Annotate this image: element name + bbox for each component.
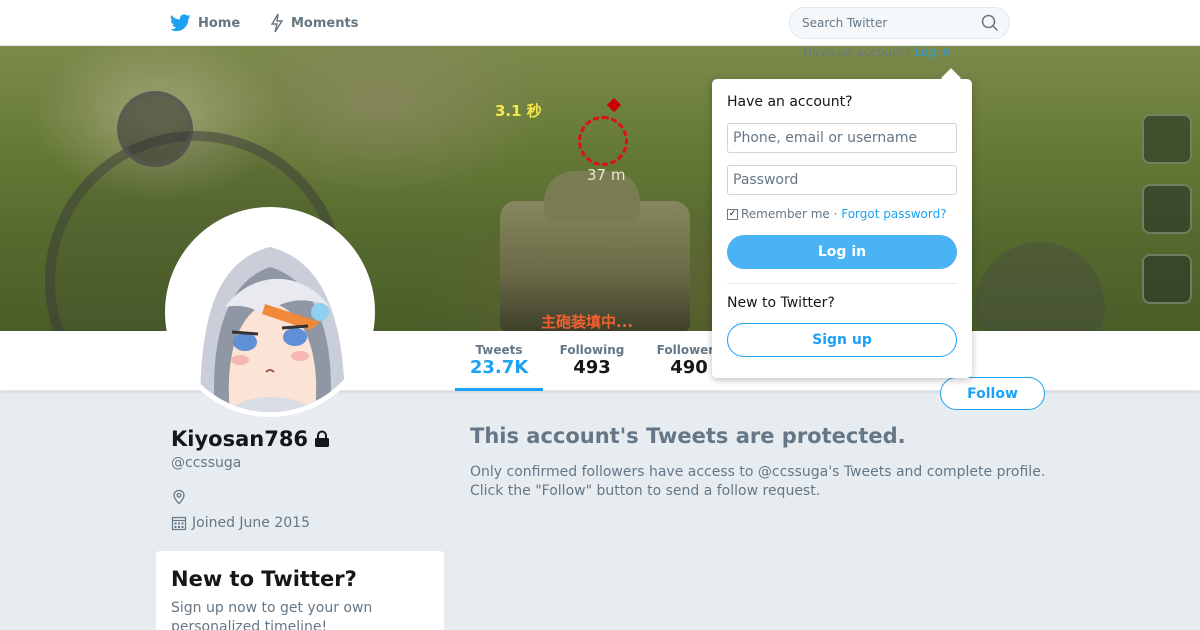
search-icon[interactable] — [981, 14, 999, 32]
banner-scope-button — [975, 242, 1105, 331]
forgot-password-link[interactable]: Forgot password? — [841, 207, 946, 221]
banner-reload-text: 主砲装填中... — [541, 313, 634, 331]
banner-target-marker — [606, 97, 622, 113]
avatar-image — [170, 212, 370, 412]
calendar-icon — [171, 516, 187, 531]
location-pin-icon — [173, 489, 185, 505]
protected-title: This account's Tweets are protected. — [470, 424, 906, 448]
stat-tweets-label: Tweets — [475, 343, 523, 357]
signup-card-text: Sign up now to get your own personalized… — [171, 600, 373, 630]
search-box — [789, 7, 1010, 39]
lightning-icon — [270, 13, 284, 33]
stat-tweets[interactable]: Tweets 23.7K — [455, 343, 543, 391]
remember-label[interactable]: Remember me — [741, 207, 830, 221]
stat-following[interactable]: Following 493 — [550, 343, 634, 379]
login-hint-link[interactable]: Log in — [914, 45, 950, 59]
stat-tweets-value: 23.7K — [469, 357, 529, 378]
banner-side-button — [1142, 114, 1192, 164]
signup-card: New to Twitter? Sign up now to get your … — [156, 551, 444, 630]
new-to-twitter-label: New to Twitter? — [727, 295, 835, 311]
top-nav: Home Moments — [0, 0, 1200, 46]
nav-moments-label: Moments — [291, 15, 359, 31]
profile-joined: Joined June 2015 — [171, 515, 310, 531]
username-input[interactable] — [727, 123, 957, 153]
protected-text: Only confirmed followers have access to … — [470, 464, 1046, 499]
nav-moments[interactable]: Moments — [270, 13, 358, 33]
signup-card-title: New to Twitter? — [171, 567, 357, 591]
lock-icon — [315, 430, 330, 447]
twitter-bird-icon — [170, 14, 191, 32]
banner-timer-text: 3.1 秒 — [495, 102, 542, 120]
avatar[interactable] — [165, 207, 375, 417]
nav-home[interactable]: Home — [170, 13, 240, 33]
banner-side-button — [1142, 184, 1192, 234]
login-hint-prefix: Have an account? — [803, 45, 911, 59]
search-input[interactable] — [802, 8, 972, 38]
profile-handle[interactable]: @ccssuga — [171, 455, 241, 471]
login-dropdown: Have an account? ✓ Remember me · Forgot … — [712, 79, 972, 378]
login-hint: Have an account? Log in — [803, 45, 951, 59]
banner-side-button — [1142, 254, 1192, 304]
profile-joined-text: Joined June 2015 — [192, 515, 310, 531]
stat-following-value: 493 — [573, 357, 611, 378]
stat-following-label: Following — [559, 343, 625, 357]
profile-location — [171, 489, 187, 509]
dropdown-divider — [727, 283, 957, 284]
password-input[interactable] — [727, 165, 957, 195]
profile-name-text: Kiyosan786 — [171, 427, 309, 451]
remember-separator: · — [829, 207, 842, 221]
banner-target-reticle — [578, 116, 628, 166]
profile-name: Kiyosan786 — [171, 427, 331, 451]
login-button[interactable]: Log in — [727, 235, 957, 269]
remember-row: ✓ Remember me · Forgot password? — [727, 207, 957, 221]
banner-distance-text: 37 m — [587, 166, 626, 184]
nav-home-label: Home — [198, 15, 241, 31]
login-dropdown-title: Have an account? — [727, 94, 853, 110]
follow-button[interactable]: Follow — [940, 377, 1045, 410]
signup-button[interactable]: Sign up — [727, 323, 957, 357]
banner-joystick-knob — [117, 91, 193, 167]
remember-checkbox[interactable]: ✓ — [727, 208, 738, 220]
